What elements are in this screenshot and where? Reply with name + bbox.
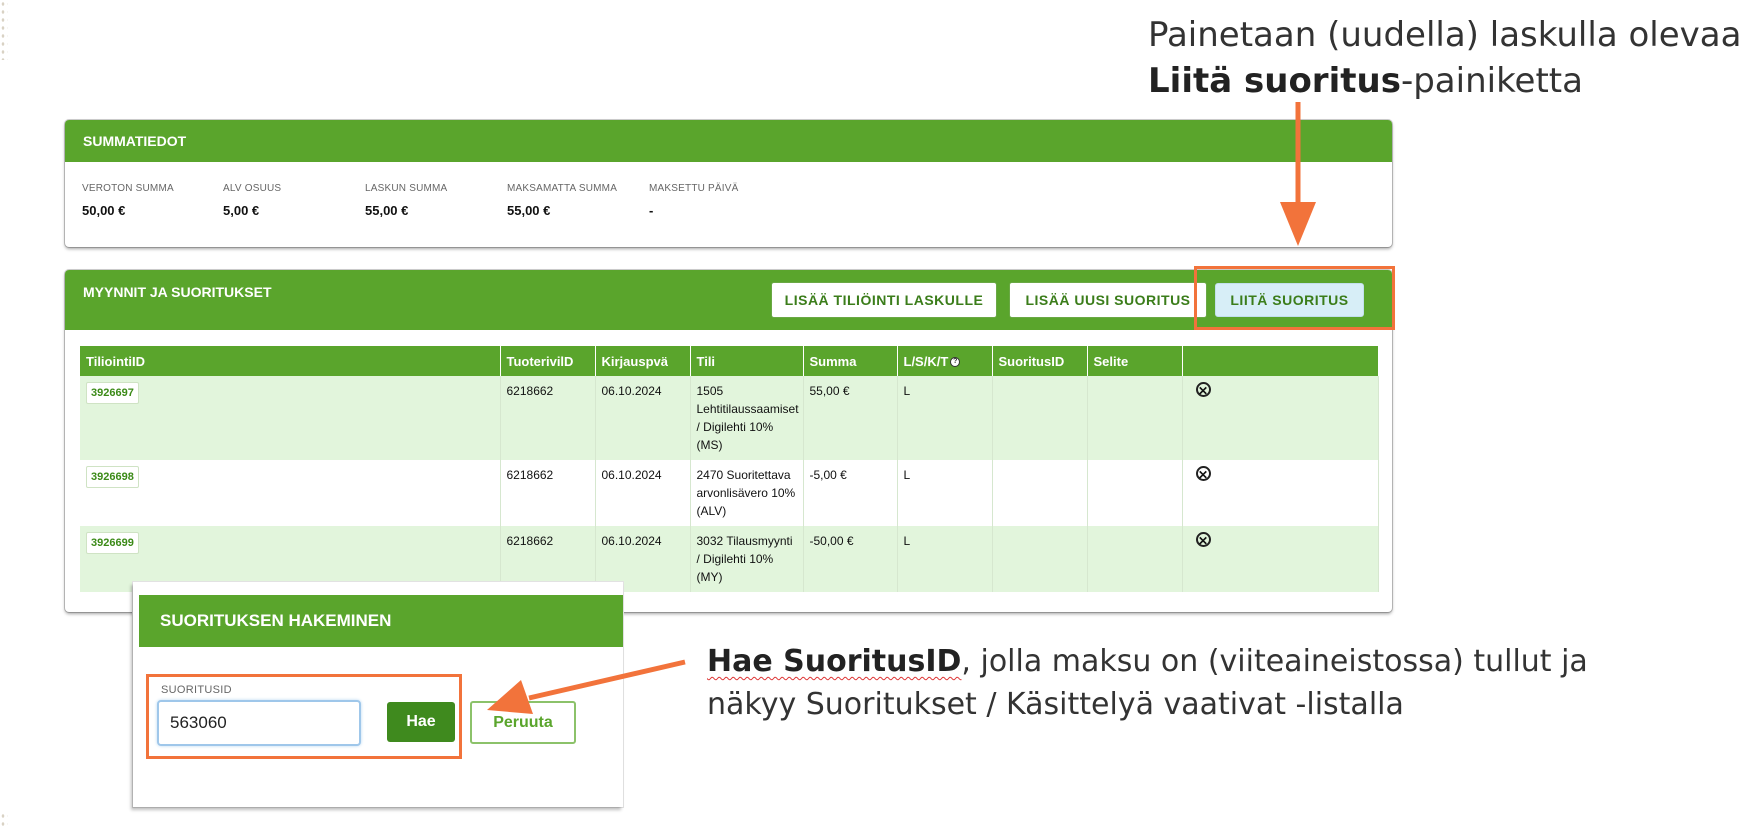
sales-card: MYYNNIT JA SUORITUKSET TiliointiID Tuote… — [65, 270, 1392, 612]
summary-value: 55,00 € — [507, 203, 551, 218]
column-header[interactable]: TiliointiID — [80, 346, 501, 376]
cell-payment-id — [992, 376, 1088, 460]
callout-search: Hae SuoritusID, jolla maksu on (viiteain… — [707, 640, 1588, 726]
column-header[interactable]: Summa — [803, 346, 898, 376]
summary-label: MAKSETTU PÄIVÄ — [649, 183, 739, 194]
summary-item-veroton: VEROTON SUMMA 50,00 € — [82, 183, 174, 218]
entry-id-link[interactable]: 3926699 — [86, 532, 139, 554]
summary-title: SUMMATIEDOT — [83, 133, 187, 149]
column-header-actions — [1182, 346, 1379, 376]
column-header[interactable]: Kirjauspvä — [595, 346, 691, 376]
cell-note — [1087, 376, 1183, 460]
summary-item-maksamatta: MAKSAMATTA SUMMA 55,00 € — [507, 183, 617, 218]
table-row: 3926697 6218662 06.10.2024 1505 Lehtitil… — [80, 376, 1379, 460]
entry-id-link[interactable]: 3926697 — [86, 382, 139, 404]
remove-icon[interactable]: ✕ — [1195, 532, 1211, 548]
cell-date: 06.10.2024 — [595, 460, 691, 526]
summary-item-laskun: LASKUN SUMMA 55,00 € — [365, 183, 447, 218]
callout-search-line2: näkyy Suoritukset / Käsittelyä vaativat … — [707, 687, 1404, 722]
callout-line1: Painetaan (uudella) laskulla olevaa — [1148, 15, 1742, 55]
cell-row-id: 6218662 — [500, 376, 596, 460]
callout-bold: Liitä suoritus — [1148, 61, 1401, 101]
column-header[interactable]: TuoterivilD — [500, 346, 596, 376]
arrow-down — [1280, 102, 1316, 246]
summary-item-alv: ALV OSUUS 5,00 € — [223, 183, 281, 218]
summary-value: 5,00 € — [223, 203, 260, 218]
callout-search-rest: , jolla maksu on (viiteaineistossa) tull… — [961, 644, 1588, 679]
dialog-title: SUORITUKSEN HAKEMINEN — [160, 611, 392, 630]
slide-decoration-bottom — [0, 812, 8, 828]
entries-table: TiliointiID TuoterivilD Kirjauspvä Tili … — [80, 346, 1379, 592]
cell-amount: -50,00 € — [803, 526, 898, 592]
sales-title: MYYNNIT JA SUORITUKSET — [83, 284, 272, 300]
cell-note — [1087, 526, 1183, 592]
summary-value: - — [649, 203, 654, 218]
cell-type: L — [897, 376, 993, 460]
callout-line2: Liitä suoritus-painiketta — [1148, 58, 1741, 104]
summary-header: SUMMATIEDOT — [65, 120, 1392, 162]
cell-account: 1505 Lehtitilaussaamiset / Digilehti 10%… — [690, 376, 804, 460]
summary-item-maksettu: MAKSETTU PÄIVÄ - — [649, 183, 739, 218]
cell-date: 06.10.2024 — [595, 376, 691, 460]
add-entry-button[interactable]: LISÄÄ TILIÖINTI LASKULLE — [771, 282, 997, 318]
column-header[interactable]: Selite — [1087, 346, 1183, 376]
add-payment-button[interactable]: LISÄÄ UUSI SUORITUS — [1009, 282, 1207, 318]
table-header-row: TiliointiID TuoterivilD Kirjauspvä Tili … — [80, 346, 1379, 376]
arrow-left — [487, 659, 686, 714]
summary-value: 50,00 € — [82, 203, 126, 218]
summary-label: MAKSAMATTA SUMMA — [507, 183, 618, 194]
remove-icon[interactable]: ✕ — [1195, 382, 1211, 398]
table-row: 3926698 6218662 06.10.2024 2470 Suoritet… — [80, 460, 1379, 526]
summary-label: ALV OSUUS — [223, 183, 282, 194]
cell-type: L — [897, 460, 993, 526]
attach-payment-highlight — [1194, 266, 1395, 330]
callout-rest: -painiketta — [1400, 61, 1583, 101]
callout-search-line1: Hae SuoritusID, jolla maksu on (viiteain… — [707, 640, 1588, 683]
cell-amount: 55,00 € — [803, 376, 898, 460]
cell-account: 2470 Suoritettava arvonlisävero 10% (ALV… — [690, 460, 804, 526]
summary-label: LASKUN SUMMA — [365, 183, 448, 194]
cell-payment-id — [992, 460, 1088, 526]
summary-value: 55,00 € — [365, 203, 409, 218]
cell-note — [1087, 460, 1183, 526]
summary-label: VEROTON SUMMA — [82, 183, 174, 194]
search-highlight — [146, 674, 462, 759]
dialog-header: SUORITUKSEN HAKEMINEN — [139, 595, 623, 647]
cell-amount: -5,00 € — [803, 460, 898, 526]
info-icon[interactable]: ? — [950, 357, 961, 368]
entry-id-link[interactable]: 3926698 — [86, 466, 139, 488]
column-header[interactable]: Tili — [690, 346, 804, 376]
cell-payment-id — [992, 526, 1088, 592]
summary-card: SUMMATIEDOT VEROTON SUMMA 50,00 € ALV OS… — [65, 120, 1392, 247]
column-header[interactable]: SuoritusID — [992, 346, 1088, 376]
callout-search-bold: Hae SuoritusID — [707, 644, 962, 679]
callout-attach-payment: Painetaan (uudella) laskulla olevaa Liit… — [1148, 12, 1741, 104]
column-header-label: L/S/K/T — [903, 353, 949, 369]
cell-row-id: 6218662 — [500, 460, 596, 526]
remove-icon[interactable]: ✕ — [1195, 466, 1211, 482]
slide-decoration — [0, 0, 8, 60]
cell-account: 3032 Tilausmyynti / Digilehti 10% (MY) — [690, 526, 804, 592]
cell-type: L — [897, 526, 993, 592]
column-header-lskt[interactable]: L/S/K/T? — [897, 346, 993, 376]
